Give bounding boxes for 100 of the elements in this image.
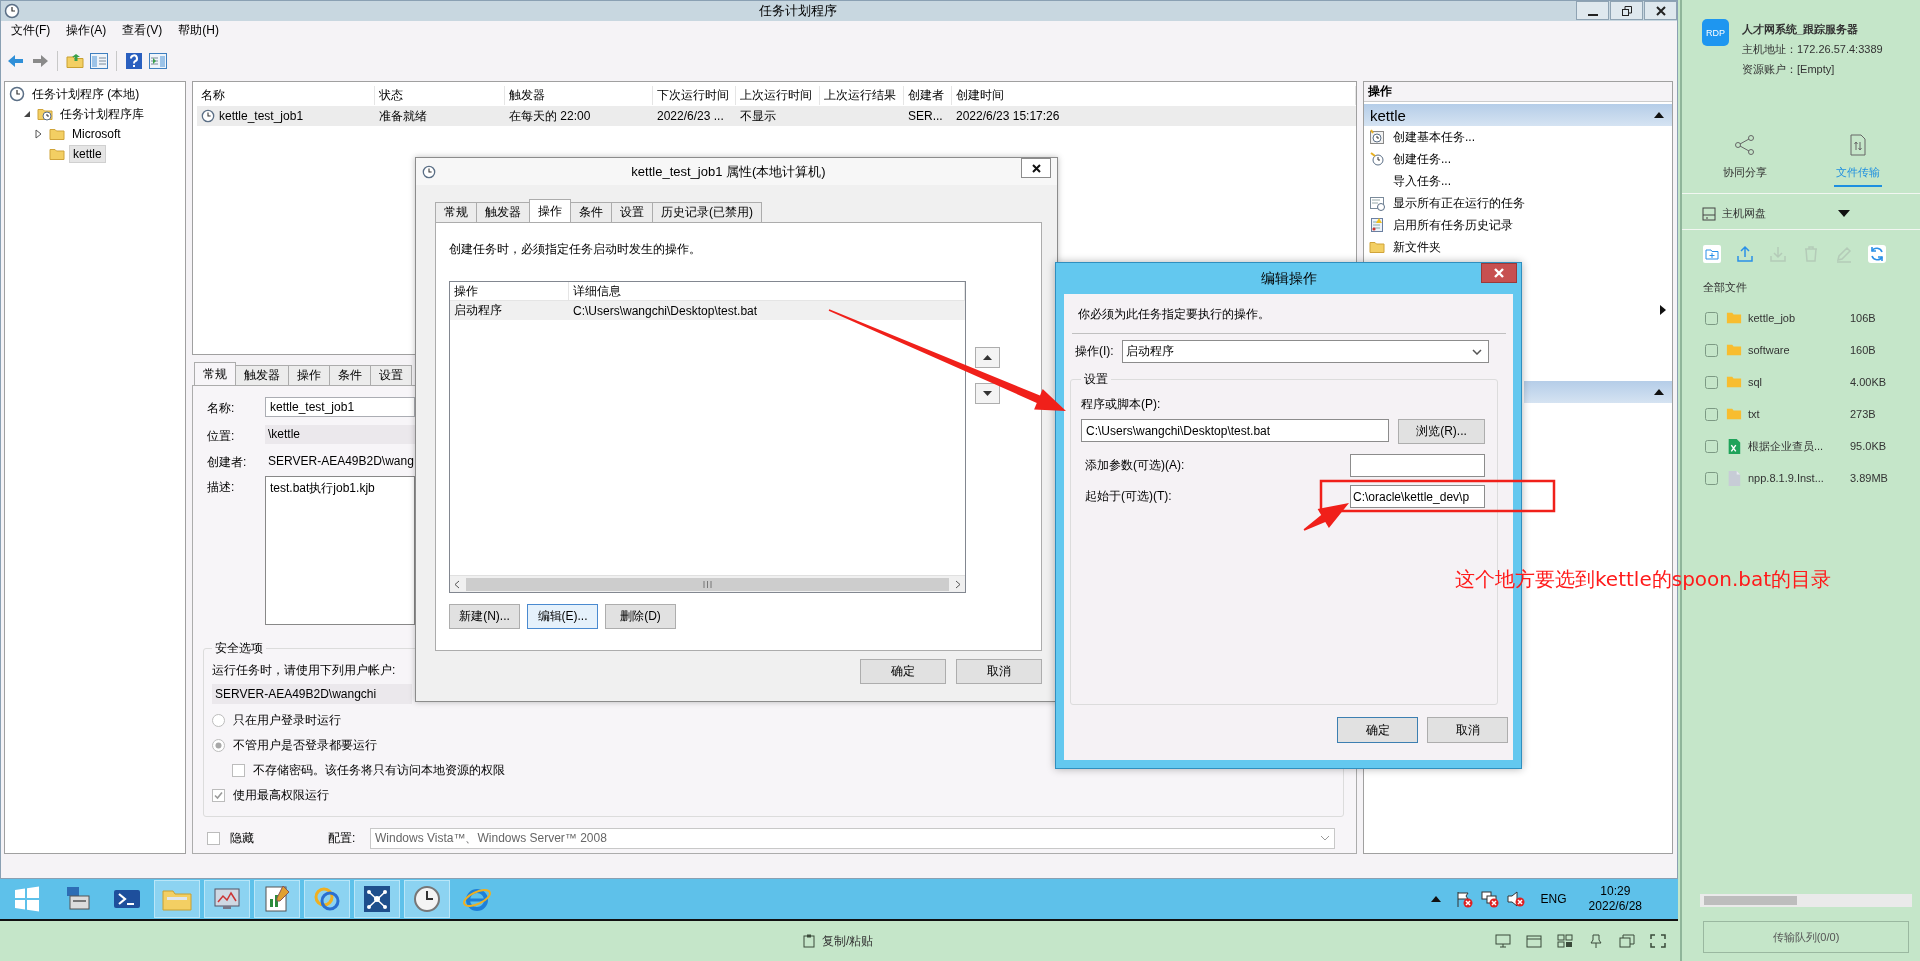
dropdown-arrow-icon[interactable] [1838, 210, 1850, 217]
copy-paste-button[interactable]: 复制/粘贴 [822, 932, 874, 950]
checkbox[interactable] [1705, 439, 1718, 453]
checkbox[interactable] [1705, 311, 1718, 325]
taskbar-button[interactable] [304, 880, 350, 918]
grid-icon[interactable] [1557, 934, 1573, 948]
dialog-button[interactable]: 取消 [1427, 717, 1508, 743]
move-down-button[interactable] [975, 383, 1000, 404]
caret-up-icon[interactable] [1430, 896, 1441, 902]
drive-select[interactable]: 主机网盘 [1722, 206, 1832, 221]
file-name[interactable]: 根据企业查员... [1748, 438, 1850, 454]
language-indicator[interactable]: ENG [1540, 892, 1567, 906]
sidebar-tab[interactable]: 协同分享 [1688, 132, 1801, 193]
column-header[interactable]: 名称 [197, 86, 375, 105]
radio-button[interactable] [212, 714, 225, 727]
action-link[interactable]: 启用所有任务历史记录 [1393, 216, 1513, 234]
taskbar-button[interactable] [354, 880, 400, 918]
tree-item[interactable]: kettle [69, 145, 106, 163]
dialog-button[interactable]: 确定 [860, 659, 946, 684]
scrollbar[interactable] [450, 575, 965, 592]
start-in-field[interactable]: C:\oracle\kettle_dev\p [1350, 485, 1485, 508]
move-up-button[interactable] [975, 347, 1000, 368]
upload-icon[interactable] [1735, 244, 1755, 264]
checkbox[interactable] [232, 764, 245, 777]
tab[interactable]: 设置 [611, 202, 653, 222]
action-link[interactable]: 导入任务... [1393, 172, 1451, 190]
tab[interactable]: 历史记录(已禁用) [652, 202, 762, 222]
column-header[interactable]: 触发器 [505, 86, 653, 105]
checkbox[interactable] [207, 831, 220, 845]
column-header[interactable]: 下次运行时间 [653, 86, 736, 105]
column-header[interactable]: 操作 [450, 282, 569, 300]
monitor-icon[interactable] [1495, 934, 1511, 948]
taskbar-button[interactable] [404, 880, 450, 918]
column-header[interactable]: 创建时间 [952, 86, 1356, 105]
scrollbar[interactable] [1700, 894, 1912, 907]
network-status-icon[interactable] [1480, 890, 1499, 908]
tab[interactable]: 设置 [370, 365, 412, 385]
action-button[interactable]: 删除(D) [605, 604, 676, 629]
file-name[interactable]: kettle_job [1748, 312, 1850, 324]
checkbox[interactable] [1705, 375, 1718, 389]
column-header[interactable]: 上次运行时间 [736, 86, 820, 105]
pin-icon[interactable] [1588, 934, 1604, 948]
configure-select[interactable]: Windows Vista™、Windows Server™ 2008 [370, 827, 1335, 849]
dialog-button[interactable]: 取消 [956, 659, 1042, 684]
section-header[interactable]: kettle [1364, 104, 1672, 126]
file-name[interactable]: software [1748, 344, 1850, 356]
action-select[interactable]: 启动程序 [1121, 340, 1489, 363]
minimize-button[interactable] [1576, 1, 1609, 20]
tree-item[interactable]: 任务计划程序 (本地) [29, 84, 143, 104]
tab[interactable]: 条件 [570, 202, 612, 222]
speaker-icon[interactable] [1506, 890, 1525, 908]
tree-item[interactable]: Microsoft [69, 126, 124, 142]
tree-item[interactable]: 任务计划程序库 [57, 104, 147, 124]
checkbox[interactable] [1705, 407, 1718, 421]
action-link[interactable]: 显示所有正在运行的任务 [1393, 194, 1525, 212]
table-row[interactable]: 启动程序 C:\Users\wangchi\Desktop\test.bat [450, 301, 965, 320]
tab[interactable]: 操作 [529, 199, 571, 222]
file-name[interactable]: npp.8.1.9.Inst... [1748, 472, 1850, 484]
action-button[interactable]: 新建(N)... [449, 604, 520, 629]
column-header[interactable]: 详细信息 [569, 282, 965, 300]
tab[interactable]: 操作 [288, 365, 330, 385]
action-button[interactable]: 编辑(E)... [527, 604, 598, 629]
column-header[interactable]: 状态 [375, 86, 505, 105]
collapse-arrow-icon[interactable] [1654, 389, 1664, 395]
tab[interactable]: 常规 [435, 202, 477, 222]
taskbar-button[interactable] [254, 880, 300, 918]
radio-button[interactable] [212, 739, 225, 752]
window-icon[interactable] [1526, 934, 1542, 948]
close-button[interactable] [1021, 158, 1051, 178]
close-button[interactable] [1481, 263, 1517, 283]
action-link[interactable]: 创建任务... [1393, 150, 1451, 168]
checkbox[interactable] [1705, 343, 1718, 357]
file-name[interactable]: txt [1748, 408, 1850, 420]
menu-item[interactable]: 操作(A) [58, 22, 115, 39]
refresh-icon[interactable] [1867, 244, 1887, 264]
tab[interactable]: 触发器 [476, 202, 530, 222]
fullscreen-icon[interactable] [1650, 934, 1666, 948]
menu-item[interactable]: 文件(F) [3, 22, 59, 39]
tab[interactable]: 触发器 [235, 365, 289, 385]
tab[interactable]: 条件 [329, 365, 371, 385]
action-link[interactable]: 创建基本任务... [1393, 128, 1475, 146]
menu-item[interactable]: 帮助(H) [170, 22, 227, 39]
column-header[interactable]: 上次运行结果 [820, 86, 904, 105]
new-folder-icon[interactable] [1702, 244, 1722, 264]
checkbox[interactable] [1705, 471, 1718, 485]
restore-icon[interactable] [1619, 934, 1635, 948]
column-header[interactable]: 创建者 [904, 86, 952, 105]
name-field[interactable]: kettle_test_job1 [265, 397, 415, 417]
checkbox[interactable] [212, 789, 225, 802]
collapse-arrow-icon[interactable] [1654, 112, 1664, 118]
close-button[interactable] [1644, 1, 1677, 20]
table-row[interactable]: kettle_test_job1 准备就绪 在每天的 22:00 2022/6/23 ... 不显示 SER... 2022/6/23 15:17:26 [197, 106, 1356, 126]
transfer-queue-button[interactable]: 传输队列(0/0) [1703, 921, 1909, 953]
description-field[interactable]: test.bat执行job1.kjb [265, 476, 415, 625]
dialog-button[interactable]: 确定 [1337, 717, 1418, 743]
browse-button[interactable]: 浏览(R)... [1398, 419, 1485, 444]
flag-icon[interactable] [1454, 890, 1473, 908]
program-field[interactable]: C:\Users\wangchi\Desktop\test.bat [1081, 419, 1389, 442]
tab[interactable]: 常规 [194, 362, 236, 385]
action-link[interactable]: 新文件夹 [1393, 238, 1441, 256]
